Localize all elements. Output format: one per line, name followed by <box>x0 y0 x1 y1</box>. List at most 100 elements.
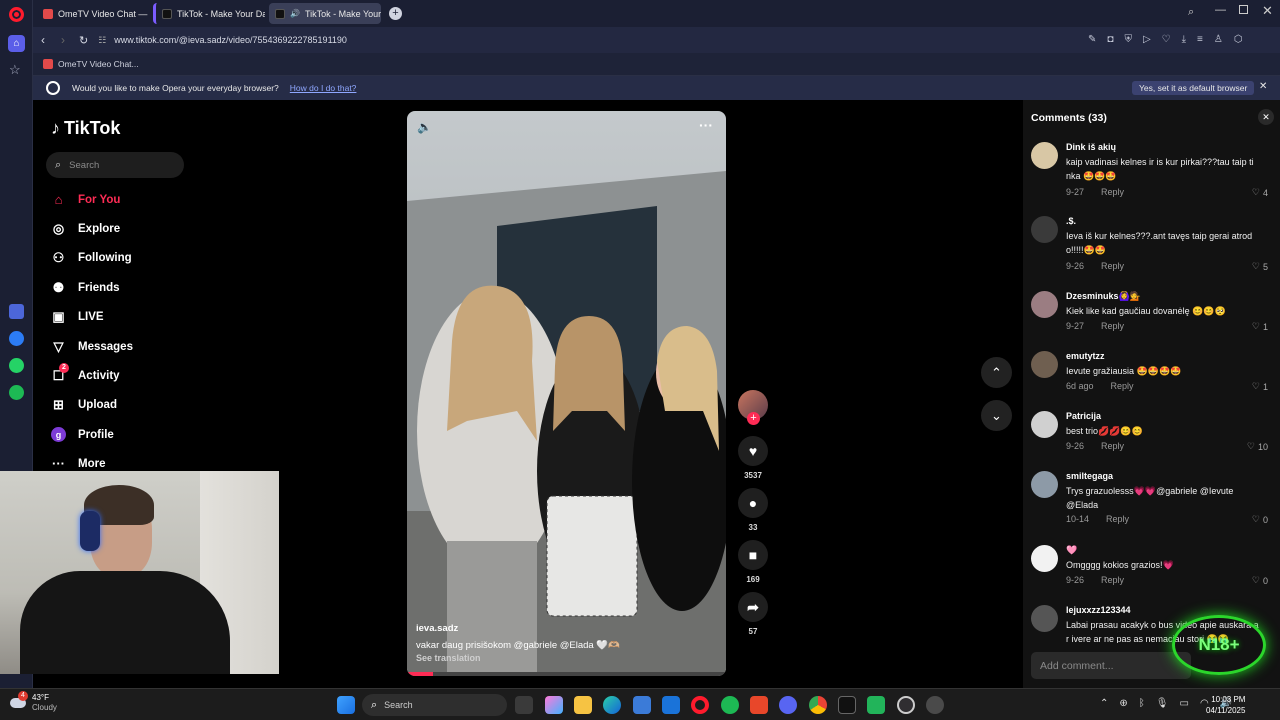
comment-user[interactable]: emutytzz <box>1066 351 1105 361</box>
opera-logo-icon[interactable] <box>9 7 24 22</box>
reload-icon[interactable]: ↻ <box>79 34 88 47</box>
windows-start-icon[interactable] <box>337 696 355 714</box>
edge-icon[interactable] <box>603 696 621 714</box>
avatar[interactable] <box>1031 216 1058 243</box>
close-comments-icon[interactable]: ✕ <box>1258 109 1274 125</box>
comment-user[interactable]: 🩷 <box>1066 545 1077 556</box>
nav-upload[interactable]: ⊞ Upload <box>51 397 117 412</box>
nav-profile[interactable]: g Profile <box>51 427 114 442</box>
comment-like-button[interactable]: ♡ 1 <box>1252 381 1268 392</box>
obs-icon[interactable] <box>897 696 915 714</box>
chrome-icon[interactable] <box>809 696 827 714</box>
avatar[interactable] <box>1031 142 1058 169</box>
comment-user[interactable]: .$. <box>1066 216 1076 226</box>
maximize-button[interactable] <box>1239 5 1248 14</box>
comment-user[interactable]: smiltegaga <box>1066 471 1113 481</box>
weather-widget[interactable]: 4 43°F Cloudy <box>10 691 57 713</box>
comment-action[interactable]: ● 33 <box>735 488 771 532</box>
nav-more[interactable]: ··· More <box>51 456 105 471</box>
nav-following[interactable]: ⚇ Following <box>51 250 132 265</box>
previous-video-button[interactable]: ⌃ <box>981 357 1012 388</box>
nav-live[interactable]: ▣ LIVE <box>51 309 103 324</box>
reply-button[interactable]: Reply <box>1111 381 1134 391</box>
taskbar-search[interactable]: ⌕ Search <box>362 694 507 716</box>
back-icon[interactable]: ‹ <box>41 33 45 47</box>
nav-for-you[interactable]: ⌂ For You <box>51 192 121 207</box>
account-icon[interactable]: ♙ <box>1214 34 1223 45</box>
heart-icon[interactable]: ♡ <box>1162 34 1171 45</box>
comment-like-button[interactable]: ♡ 1 <box>1252 321 1268 332</box>
tiktok-logo[interactable]: ♪ TikTok <box>51 118 120 139</box>
file-explorer-icon[interactable] <box>574 696 592 714</box>
whatsapp-icon[interactable] <box>9 358 24 373</box>
reply-button[interactable]: Reply <box>1101 441 1124 451</box>
reply-button[interactable]: Reply <box>1101 575 1124 585</box>
opera-gx-icon[interactable] <box>750 696 768 714</box>
settings-icon[interactable] <box>926 696 944 714</box>
task-view-icon[interactable] <box>515 696 533 714</box>
comment-like-button[interactable]: ♡ 0 <box>1252 575 1268 586</box>
copilot-icon[interactable] <box>545 696 563 714</box>
download-icon[interactable]: ⤓ <box>1182 34 1186 45</box>
nav-activity[interactable]: ☐ 2 Activity <box>51 363 120 383</box>
next-video-button[interactable]: ⌄ <box>981 400 1012 431</box>
reply-button[interactable]: Reply <box>1101 261 1124 271</box>
display-icon[interactable]: ▭ <box>1179 698 1188 709</box>
comment-like-button[interactable]: ♡ 5 <box>1252 261 1268 272</box>
store-icon[interactable] <box>633 696 651 714</box>
network-icon[interactable]: ⊕ <box>1119 698 1127 709</box>
mic-icon[interactable]: 🎙 <box>1156 698 1169 709</box>
mute-icon[interactable]: 🔈 <box>417 120 432 134</box>
video-player[interactable]: 🔈 ··· ieva.sadz vakar daug prisišokom @g… <box>407 111 726 676</box>
app-green-icon[interactable] <box>867 696 885 714</box>
comment-user[interactable]: lejuxxzz123344 <box>1066 605 1131 615</box>
chevron-up-icon[interactable]: ⌃ <box>1100 698 1108 709</box>
comment-like-button[interactable]: ♡ 10 <box>1247 441 1268 452</box>
creator-avatar[interactable]: + <box>738 390 768 425</box>
avatar[interactable] <box>1031 545 1058 572</box>
camera-icon[interactable]: ◘ <box>1107 34 1113 45</box>
tab-tiktok-2[interactable]: 🔊 TikTok - Make Your Da <box>269 3 381 24</box>
add-comment-field[interactable]: Add comment... <box>1031 652 1191 679</box>
play-icon[interactable]: ▷ <box>1143 34 1151 45</box>
reply-button[interactable]: Reply <box>1101 187 1124 197</box>
site-info-icon[interactable]: ☷ <box>98 35 106 46</box>
avatar[interactable] <box>1031 471 1058 498</box>
comment-like-button[interactable]: ♡ 4 <box>1252 187 1268 198</box>
aria-icon[interactable] <box>9 304 24 319</box>
comment-like-button[interactable]: ♡ 0 <box>1252 514 1268 525</box>
comment-user[interactable]: Dzesminuks🙆‍♀️💁 <box>1066 291 1141 302</box>
home-icon[interactable]: ⌂ <box>8 35 25 52</box>
reply-button[interactable]: Reply <box>1101 321 1124 331</box>
comment-user[interactable]: Patricija <box>1066 411 1101 421</box>
tab-ometv[interactable]: OmeTV Video Chat — Or <box>37 3 149 24</box>
avatar[interactable] <box>1031 291 1058 318</box>
search-input[interactable]: ⌕ Search <box>46 152 184 178</box>
avatar[interactable] <box>1031 605 1058 632</box>
comment-icon[interactable]: ● <box>738 488 768 518</box>
new-tab-button[interactable]: + <box>389 7 402 20</box>
menu-icon[interactable]: ≡ <box>1197 34 1203 45</box>
clock[interactable]: 10:03 PM 04/11/2025 <box>1206 694 1245 716</box>
spotify-taskbar-icon[interactable] <box>721 696 739 714</box>
video-author[interactable]: ieva.sadz <box>416 623 458 634</box>
discord-icon[interactable] <box>779 696 797 714</box>
nav-friends[interactable]: ⚉ Friends <box>51 280 120 295</box>
messenger-icon[interactable] <box>9 331 24 346</box>
bluetooth-icon[interactable]: ᛒ <box>1139 698 1145 709</box>
star-icon[interactable]: ☆ <box>9 62 21 78</box>
minimize-button[interactable]: — <box>1215 4 1226 16</box>
infobar-help-link[interactable]: How do I do that? <box>290 83 357 93</box>
close-window-button[interactable]: ✕ <box>1262 3 1273 19</box>
video-progress-bar[interactable] <box>407 672 726 676</box>
nav-messages[interactable]: ▽ Messages <box>51 339 133 354</box>
url-field[interactable]: www.tiktok.com/@ieva.sadz/video/75543692… <box>114 35 347 45</box>
set-default-button[interactable]: Yes, set it as default browser <box>1132 81 1255 95</box>
see-translation-link[interactable]: See translation <box>416 653 481 663</box>
save-action[interactable]: ■ 169 <box>735 540 771 584</box>
video-more-icon[interactable]: ··· <box>699 117 713 133</box>
avatar[interactable] <box>1031 351 1058 378</box>
edit-icon[interactable]: ✎ <box>1088 34 1096 45</box>
nav-explore[interactable]: ◎ Explore <box>51 221 120 236</box>
close-infobar-icon[interactable]: ✕ <box>1259 81 1267 92</box>
